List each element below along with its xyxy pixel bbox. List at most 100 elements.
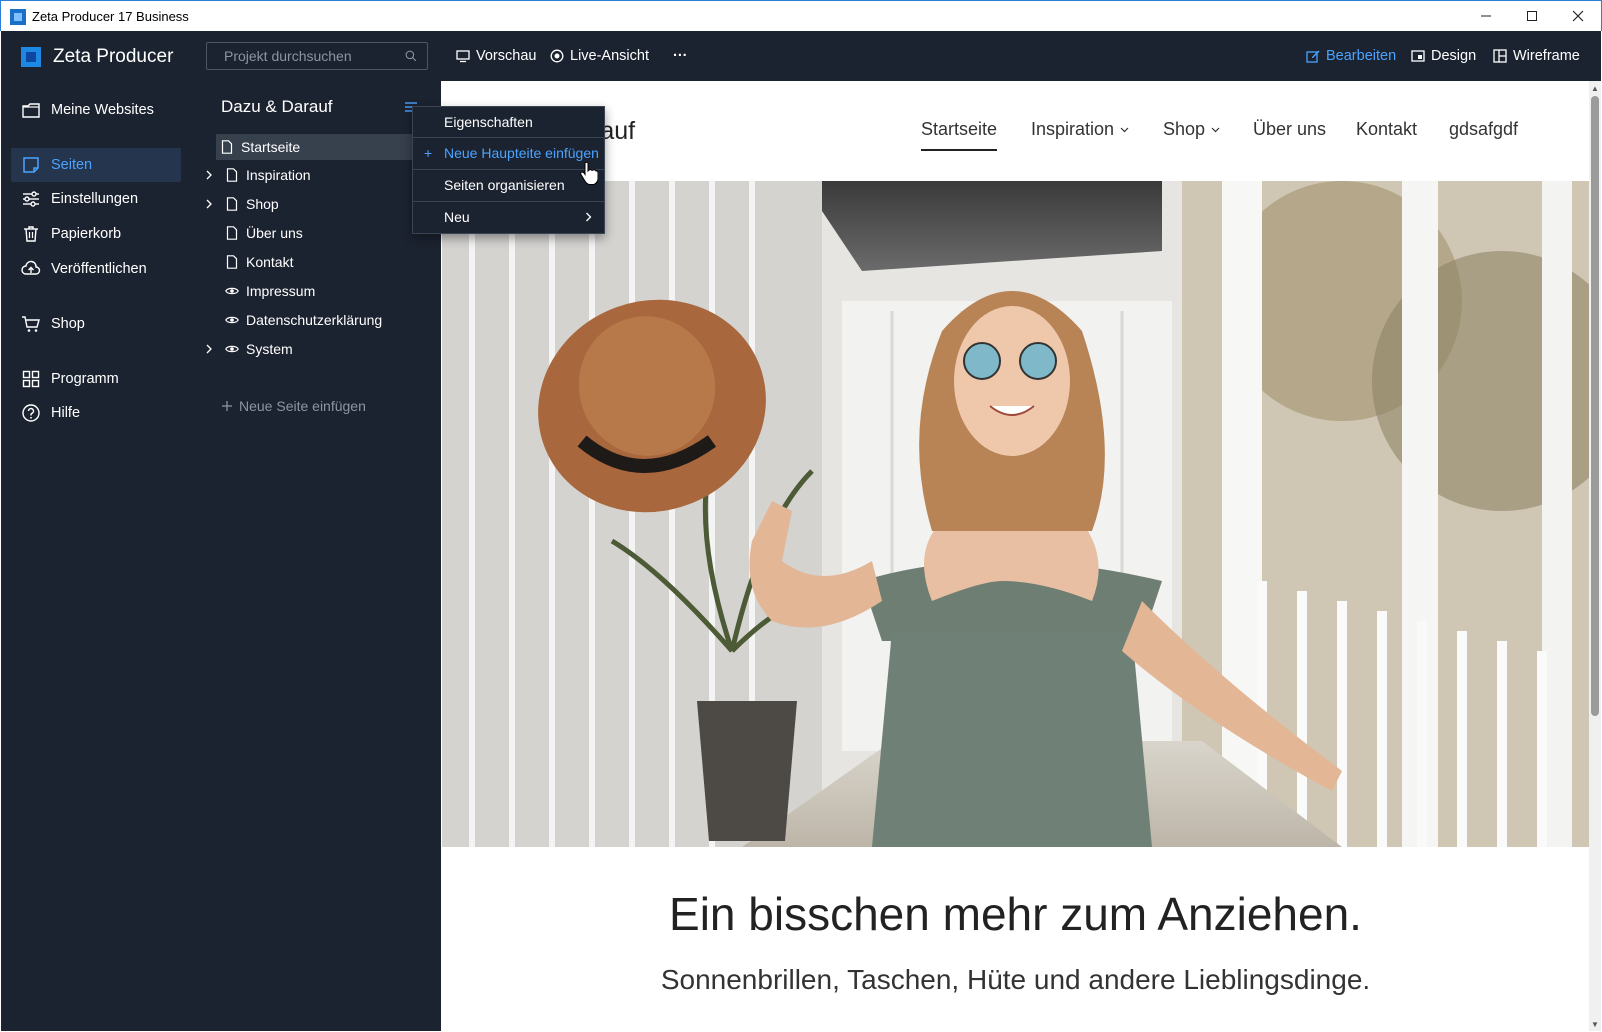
tree-item-system[interactable]: System xyxy=(201,336,431,362)
sidebar-item-veroeffentlichen[interactable]: Veröffentlichen xyxy=(11,252,181,286)
chevron-right-icon xyxy=(585,202,592,232)
chevron-right-icon[interactable] xyxy=(201,341,217,357)
preview-label: Vorschau xyxy=(476,48,537,64)
sidebar-item-papierkorb[interactable]: Papierkorb xyxy=(11,217,181,251)
tree-item-impressum[interactable]: Impressum xyxy=(201,278,431,304)
sidebar-item-label: Programm xyxy=(51,371,119,387)
monitor-icon xyxy=(456,50,470,63)
sliders-icon xyxy=(23,191,39,207)
menu-item-seiten-organisieren[interactable]: Seiten organisieren xyxy=(413,170,604,200)
site-nav-startseite[interactable]: Startseite xyxy=(921,119,998,151)
tree-item-datenschutzerklaerung[interactable]: Datenschutzerklärung xyxy=(201,307,431,333)
tree-item-inspiration[interactable]: Inspiration xyxy=(201,162,431,188)
site-nav-inspiration[interactable]: Inspiration xyxy=(1031,119,1129,140)
main-sidebar: Zeta Producer Meine Websites Seiten Eins… xyxy=(1,31,191,1031)
site-nav-gdsafgdf[interactable]: gdsafgdf xyxy=(1449,119,1518,140)
chevron-right-icon[interactable] xyxy=(201,167,217,183)
sidebar-item-label: Hilfe xyxy=(51,405,81,421)
eye-icon xyxy=(225,287,239,295)
chevron-right-icon[interactable] xyxy=(201,196,217,212)
menu-item-neue-hauptseite-einfuegen[interactable]: + Neue Haupteite einfügen xyxy=(413,138,604,168)
edit-button[interactable]: Bearbeiten xyxy=(1306,45,1396,67)
tree-item-label: System xyxy=(246,341,293,357)
scroll-up-icon[interactable]: ▲ xyxy=(1589,82,1601,94)
project-title: Dazu & Darauf xyxy=(221,97,333,116)
wireframe-label: Wireframe xyxy=(1513,48,1580,64)
site-nav-kontakt[interactable]: Kontakt xyxy=(1356,119,1417,140)
tree-item-label: Inspiration xyxy=(246,167,311,183)
radio-target-icon xyxy=(550,49,564,63)
close-window-button[interactable] xyxy=(1555,1,1601,31)
search-icon[interactable] xyxy=(405,48,417,64)
sidebar-item-label: Einstellungen xyxy=(51,191,139,207)
tree-item-label: Shop xyxy=(246,196,279,212)
minimize-button[interactable] xyxy=(1463,1,1509,31)
brand: Zeta Producer xyxy=(21,46,173,68)
maximize-icon xyxy=(1527,11,1537,21)
hero-photo xyxy=(442,181,1589,847)
tree-item-label: Kontakt xyxy=(246,254,294,270)
tree-item-kontakt[interactable]: Kontakt xyxy=(201,249,431,275)
sidebar-item-seiten[interactable]: Seiten xyxy=(11,148,181,182)
cloud-upload-icon xyxy=(21,260,41,275)
tree-item-label: Impressum xyxy=(246,283,316,299)
scroll-down-icon[interactable]: ▼ xyxy=(1589,1018,1601,1030)
wireframe-icon xyxy=(1493,49,1507,63)
sidebar-item-label: Seiten xyxy=(51,157,93,173)
page-icon xyxy=(226,226,238,240)
eye-icon xyxy=(225,345,239,353)
project-context-menu: Eigenschaften + Neue Haupteite einfügen … xyxy=(412,106,605,234)
sidebar-item-meine-websites[interactable]: Meine Websites xyxy=(11,93,181,127)
plus-icon xyxy=(222,401,232,411)
page-icon xyxy=(226,197,238,211)
website-preview[interactable]: rauf Startseite Inspiration Shop Über un… xyxy=(442,81,1589,1031)
menu-item-neu[interactable]: Neu xyxy=(413,202,604,232)
site-nav-shop[interactable]: Shop xyxy=(1163,119,1220,140)
scrollbar-thumb[interactable] xyxy=(1591,96,1599,716)
chevron-down-icon xyxy=(1211,127,1220,132)
more-button[interactable]: ··· xyxy=(673,45,688,67)
hero-subline[interactable]: Sonnenbrillen, Taschen, Hüte und andere … xyxy=(442,964,1589,996)
chevron-down-icon xyxy=(1120,127,1129,132)
sidebar-item-shop[interactable]: Shop xyxy=(11,307,181,341)
maximize-button[interactable] xyxy=(1509,1,1555,31)
page-icon xyxy=(226,255,238,269)
sidebar-item-label: Veröffentlichen xyxy=(51,261,147,277)
app-icon xyxy=(10,9,26,25)
page-icon xyxy=(221,140,233,154)
add-page-button[interactable]: Neue Seite einfügen xyxy=(221,398,366,414)
menu-item-eigenschaften[interactable]: Eigenschaften xyxy=(413,107,604,137)
window-titlebar: Zeta Producer 17 Business xyxy=(0,0,1602,31)
tree-item-label: Über uns xyxy=(246,225,303,241)
sidebar-item-label: Papierkorb xyxy=(51,226,122,242)
tree-item-ueber-uns[interactable]: Über uns xyxy=(201,220,431,246)
sidebar-item-einstellungen[interactable]: Einstellungen xyxy=(11,182,181,216)
sidebar-item-label: Meine Websites xyxy=(51,102,154,118)
wireframe-button[interactable]: Wireframe xyxy=(1493,45,1580,67)
live-view-button[interactable]: Live-Ansicht xyxy=(550,45,649,67)
search-input[interactable] xyxy=(224,48,405,64)
plus-icon: + xyxy=(424,145,433,161)
close-icon xyxy=(1572,10,1584,22)
tree-item-shop[interactable]: Shop xyxy=(201,191,431,217)
tree-item-label: Datenschutzerklärung xyxy=(246,312,383,328)
hero-headline[interactable]: Ein bisschen mehr zum Anziehen. xyxy=(442,887,1589,941)
project-search[interactable] xyxy=(206,42,428,70)
design-button[interactable]: Design xyxy=(1411,45,1476,67)
tree-item-label: Startseite xyxy=(241,139,301,155)
site-nav-ueber-uns[interactable]: Über uns xyxy=(1253,119,1326,140)
design-icon xyxy=(1411,50,1425,62)
tree-item-startseite[interactable]: Startseite xyxy=(216,134,431,160)
more-icon: ··· xyxy=(673,48,688,64)
preview-button[interactable]: Vorschau xyxy=(456,45,536,67)
brand-name: Zeta Producer xyxy=(53,46,174,67)
help-icon xyxy=(22,404,40,422)
hero-image[interactable] xyxy=(442,181,1589,847)
sidebar-item-programm[interactable]: Programm xyxy=(11,362,181,396)
site-navigation: Startseite Inspiration Shop Über uns Kon… xyxy=(442,119,1589,151)
sidebar-item-hilfe[interactable]: Hilfe xyxy=(11,396,181,430)
folder-icon xyxy=(22,103,40,118)
hand-cursor-icon xyxy=(580,161,598,185)
preview-scrollbar[interactable]: ▲ ▼ xyxy=(1589,81,1601,1031)
cart-icon xyxy=(22,316,40,332)
